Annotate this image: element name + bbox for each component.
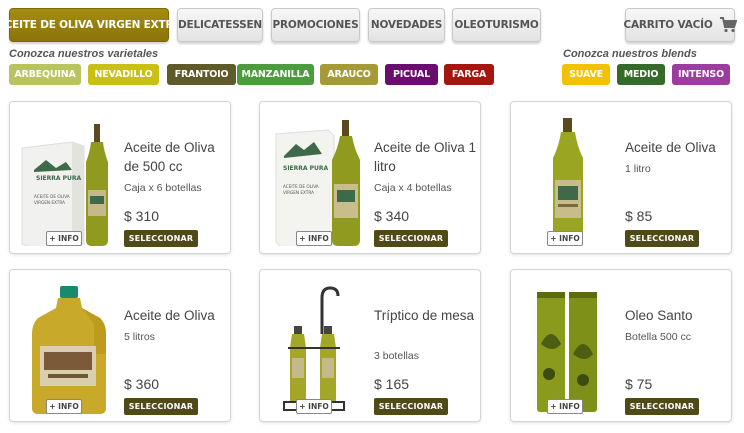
tab-oleoturismo[interactable]: OLEOTURISMO [452, 8, 541, 42]
product-card: SIERRA PURA ACEITE DE OLIVA VIRGEN EXTRA… [9, 101, 231, 254]
info-button[interactable]: + INFO [547, 399, 583, 414]
select-button[interactable]: SELECCIONAR [374, 398, 448, 415]
tag-picual[interactable]: PICUAL [385, 64, 438, 85]
info-button[interactable]: + INFO [46, 399, 82, 414]
box-label-line1: ACEITE DE OLIVA [283, 184, 319, 189]
tag-label: FARGA [451, 69, 487, 80]
product-subtitle: Botella 500 cc [625, 331, 691, 343]
tag-nevadillo[interactable]: NEVADILLO [88, 64, 159, 85]
select-button[interactable]: SELECCIONAR [124, 230, 198, 247]
product-title: Oleo Santo [625, 308, 693, 323]
cart-icon [719, 17, 737, 33]
product-card: SIERRA PURA ACEITE DE OLIVA VIRGEN EXTRA… [259, 101, 481, 254]
product-image-bottle-1l [521, 116, 617, 246]
product-image-oleo-santo [521, 284, 617, 414]
varietales-heading: Conozca nuestros varietales [9, 48, 159, 60]
tag-intenso[interactable]: INTENSO [672, 64, 730, 85]
blends-heading: Conozca nuestros blends [563, 48, 697, 60]
product-image-box-6-bottles: SIERRA PURA ACEITE DE OLIVA VIRGEN EXTRA [20, 116, 116, 249]
tag-manzanilla[interactable]: MANZANILLA [237, 64, 314, 85]
product-card: Aceite de Oliva 1 litro $ 85 SELECCIONAR… [510, 101, 732, 254]
product-title: Tríptico de mesa [374, 308, 475, 323]
product-subtitle: 3 botellas [374, 350, 419, 362]
product-price: $ 165 [374, 376, 410, 392]
select-button[interactable]: SELECCIONAR [625, 398, 699, 415]
box-label-line2: VIRGEN EXTRA [34, 200, 65, 205]
tab-label: OLEOTURISMO [454, 19, 539, 31]
product-title: Aceite de Oliva [124, 308, 215, 323]
product-price: $ 310 [124, 208, 160, 224]
product-image-triptych [270, 284, 366, 414]
cart-label: CARRITO VACÍO [623, 19, 713, 31]
tab-label: PROMOCIONES [272, 19, 359, 31]
tag-frantoio[interactable]: FRANTOIO [167, 64, 236, 85]
tab-label: DELICATESSEN [177, 19, 263, 31]
info-button[interactable]: + INFO [296, 231, 332, 246]
tag-label: INTENSO [678, 69, 724, 80]
tab-promociones[interactable]: PROMOCIONES [271, 8, 360, 42]
product-price: $ 85 [625, 208, 653, 224]
info-button[interactable]: + INFO [46, 231, 82, 246]
select-button[interactable]: SELECCIONAR [625, 230, 699, 247]
tab-label: NOVEDADES [370, 19, 443, 31]
tag-medio[interactable]: MEDIO [617, 64, 665, 85]
tag-label: FRANTOIO [174, 69, 229, 80]
tag-arbequina[interactable]: ARBEQUINA [9, 64, 81, 85]
box-brand-text: SIERRA PURA [283, 165, 329, 172]
tab-novedades[interactable]: NOVEDADES [368, 8, 445, 42]
info-button[interactable]: + INFO [296, 399, 332, 414]
product-card: Aceite de Oliva 5 litros $ 360 SELECCION… [9, 269, 231, 422]
product-card: Tríptico de mesa 3 botellas $ 165 SELECC… [259, 269, 481, 422]
tab-delicatessen[interactable]: DELICATESSEN [177, 8, 263, 42]
tag-label: ARAUCO [327, 69, 371, 80]
product-price: $ 360 [124, 376, 160, 392]
product-title: Aceite de Oliva [625, 140, 716, 155]
box-label-line1: ACEITE DE OLIVA [34, 194, 70, 199]
select-button[interactable]: SELECCIONAR [374, 230, 448, 247]
tag-farga[interactable]: FARGA [444, 64, 494, 85]
product-card: Oleo Santo Botella 500 cc $ 75 SELECCION… [510, 269, 732, 422]
product-image-jug-5l [20, 284, 116, 414]
product-title: Aceite de Oliva de 500 cc [124, 140, 215, 174]
tag-label: ARBEQUINA [14, 69, 76, 80]
product-price: $ 340 [374, 208, 410, 224]
tag-arauco[interactable]: ARAUCO [320, 64, 378, 85]
info-button[interactable]: + INFO [547, 231, 583, 246]
product-subtitle: 1 litro [625, 163, 651, 175]
tag-label: SUAVE [569, 69, 603, 80]
product-image-box-4-bottles: SIERRA PURA ACEITE DE OLIVA VIRGEN EXTRA [270, 116, 366, 249]
tag-label: NEVADILLO [94, 69, 153, 80]
tag-suave[interactable]: SUAVE [562, 64, 610, 85]
box-brand-text: SIERRA PURA [36, 175, 82, 182]
product-price: $ 75 [625, 376, 653, 392]
product-subtitle: 5 litros [124, 331, 155, 343]
product-subtitle: Caja x 6 botellas [124, 182, 202, 194]
select-button[interactable]: SELECCIONAR [124, 398, 198, 415]
box-label-line2: VIRGEN EXTRA [283, 190, 314, 195]
tab-aceite-de-oliva[interactable]: ACEITE DE OLIVA VIRGEN EXTRA [0, 8, 181, 42]
product-title: Aceite de Oliva 1 litro [374, 140, 477, 174]
product-subtitle: Caja x 4 botellas [374, 182, 452, 194]
tab-label: ACEITE DE OLIVA VIRGEN EXTRA [0, 19, 182, 31]
cart-button[interactable]: CARRITO VACÍO [623, 8, 737, 42]
tag-label: MANZANILLA [241, 69, 310, 80]
tag-label: PICUAL [392, 69, 431, 80]
tag-label: MEDIO [623, 69, 659, 80]
